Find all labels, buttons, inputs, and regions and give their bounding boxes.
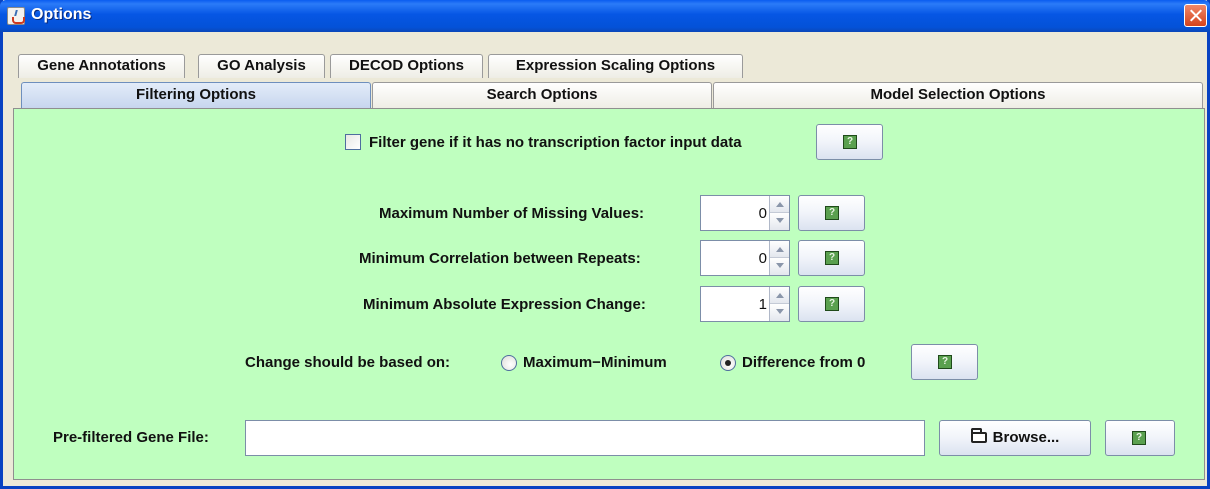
max-missing-value[interactable]: 0 bbox=[759, 205, 767, 222]
radio-maximum-minimum-label[interactable]: Maximum−Minimum bbox=[523, 354, 667, 371]
min-abs-change-spinner[interactable]: 1 bbox=[700, 286, 790, 322]
change-basis-label: Change should be based on: bbox=[245, 354, 451, 371]
min-correlation-help-button[interactable]: ? bbox=[798, 240, 865, 276]
spinner-down-arrow-icon[interactable] bbox=[770, 304, 789, 321]
spinner-down-arrow-icon[interactable] bbox=[770, 213, 789, 230]
help-icon: ? bbox=[825, 206, 839, 220]
change-basis-help-button[interactable]: ? bbox=[911, 344, 978, 380]
browse-button[interactable]: Browse... bbox=[939, 420, 1091, 456]
radio-difference-from-zero[interactable] bbox=[720, 355, 736, 371]
help-icon: ? bbox=[843, 135, 857, 149]
tab-model-selection-options[interactable]: Model Selection Options bbox=[713, 82, 1203, 108]
prefiltered-file-help-button[interactable]: ? bbox=[1105, 420, 1175, 456]
help-icon: ? bbox=[825, 251, 839, 265]
filter-tf-label: Filter gene if it has no transcription f… bbox=[369, 134, 742, 151]
radio-difference-from-zero-label[interactable]: Difference from 0 bbox=[742, 354, 865, 371]
browse-label: Browse... bbox=[992, 429, 1060, 446]
spinner-down-arrow-icon[interactable] bbox=[770, 258, 789, 275]
tab-filtering-options[interactable]: Filtering Options bbox=[21, 82, 371, 108]
filter-tf-help-button[interactable]: ? bbox=[816, 124, 883, 160]
spinner-up-arrow-icon[interactable] bbox=[770, 196, 789, 213]
tab-decod-options[interactable]: DECOD Options bbox=[330, 54, 483, 78]
tab-expression-scaling-options[interactable]: Expression Scaling Options bbox=[488, 54, 743, 78]
min-abs-change-label: Minimum Absolute Expression Change: bbox=[363, 296, 646, 313]
close-button[interactable] bbox=[1184, 4, 1207, 27]
prefiltered-file-input[interactable] bbox=[245, 420, 925, 456]
spinner-up-arrow-icon[interactable] bbox=[770, 287, 789, 304]
help-icon: ? bbox=[825, 297, 839, 311]
min-correlation-label: Minimum Correlation between Repeats: bbox=[359, 250, 641, 267]
min-correlation-value[interactable]: 0 bbox=[759, 250, 767, 267]
min-abs-change-help-button[interactable]: ? bbox=[798, 286, 865, 322]
help-icon: ? bbox=[938, 355, 952, 369]
max-missing-help-button[interactable]: ? bbox=[798, 195, 865, 231]
filter-tf-checkbox[interactable] bbox=[345, 134, 361, 150]
java-app-icon bbox=[7, 7, 25, 25]
spinner-up-arrow-icon[interactable] bbox=[770, 241, 789, 258]
tab-go-analysis[interactable]: GO Analysis bbox=[198, 54, 325, 78]
title-bar[interactable]: Options bbox=[0, 0, 1210, 32]
filtering-options-panel: Filter gene if it has no transcription f… bbox=[13, 108, 1205, 480]
min-abs-change-value[interactable]: 1 bbox=[759, 296, 767, 313]
options-window: Options Gene Annotations GO Analysis DEC… bbox=[0, 0, 1210, 489]
min-correlation-spinner[interactable]: 0 bbox=[700, 240, 790, 276]
tab-search-options[interactable]: Search Options bbox=[372, 82, 712, 108]
radio-maximum-minimum[interactable] bbox=[501, 355, 517, 371]
help-icon: ? bbox=[1132, 431, 1146, 445]
folder-open-icon bbox=[970, 428, 987, 443]
max-missing-label: Maximum Number of Missing Values: bbox=[379, 205, 645, 222]
window-title: Options bbox=[31, 6, 92, 23]
tab-gene-annotations[interactable]: Gene Annotations bbox=[18, 54, 185, 78]
prefiltered-file-label: Pre-filtered Gene File: bbox=[53, 429, 209, 446]
max-missing-spinner[interactable]: 0 bbox=[700, 195, 790, 231]
